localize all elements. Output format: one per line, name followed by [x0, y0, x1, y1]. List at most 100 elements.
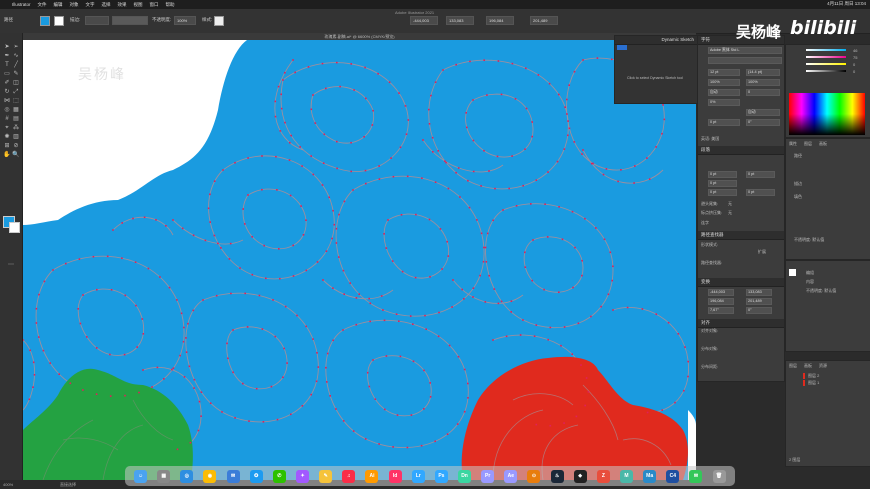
anchor-point[interactable]: [312, 338, 314, 340]
anchor-point[interactable]: [282, 79, 284, 81]
anchor-point[interactable]: [662, 104, 664, 106]
anchor-point[interactable]: [687, 360, 689, 363]
appearance-tab-layers[interactable]: 图层: [804, 141, 812, 147]
anchor-point[interactable]: [404, 105, 407, 107]
anchor-point[interactable]: [383, 319, 386, 322]
dock-lr-icon[interactable]: Lr: [411, 469, 425, 483]
selection-tool-icon[interactable]: ➤: [3, 43, 11, 51]
free-transform-tool-icon[interactable]: ⬚: [12, 97, 20, 105]
anchor-point[interactable]: [437, 335, 440, 338]
anchor-point[interactable]: [292, 244, 294, 247]
anchor-point[interactable]: [496, 155, 499, 158]
anchor-point[interactable]: [581, 153, 583, 155]
anchor-point[interactable]: [343, 293, 345, 295]
anchor-point[interactable]: [138, 391, 140, 394]
anchor-point[interactable]: [505, 335, 508, 338]
anchor-point[interactable]: [587, 391, 590, 393]
column-graph-tool-icon[interactable]: ▥: [12, 133, 20, 141]
anchor-point[interactable]: [677, 333, 680, 335]
anchor-point[interactable]: [611, 279, 613, 282]
anchor-point[interactable]: [531, 279, 533, 282]
anchor-point[interactable]: [459, 196, 461, 198]
right-indent-field[interactable]: 0 pt: [746, 171, 775, 178]
anchor-point[interactable]: [476, 219, 478, 221]
anchor-point[interactable]: [387, 219, 389, 221]
curvature-tool-icon[interactable]: ∿: [12, 52, 20, 60]
anchor-point[interactable]: [112, 229, 114, 231]
anchor-point[interactable]: [428, 218, 431, 221]
anchor-point[interactable]: [525, 67, 527, 70]
anchor-point[interactable]: [374, 398, 377, 400]
dock-maya-icon[interactable]: Ma: [643, 469, 657, 483]
anchor-point[interactable]: [500, 93, 503, 96]
status-zoom[interactable]: 400%: [3, 482, 13, 487]
anchor-point[interactable]: [49, 362, 51, 364]
anchor-point[interactable]: [315, 380, 318, 383]
anchor-point[interactable]: [590, 162, 593, 165]
anchor-point[interactable]: [280, 93, 282, 96]
anchor-point[interactable]: [493, 288, 496, 290]
anchor-point[interactable]: [189, 441, 192, 444]
anchor-point[interactable]: [535, 324, 538, 326]
anchor-point[interactable]: [434, 81, 437, 83]
anchor-point[interactable]: [312, 94, 314, 96]
anchor-point[interactable]: [457, 167, 460, 169]
anchor-point[interactable]: [568, 127, 571, 130]
stroke-swatch[interactable]: [54, 16, 64, 26]
anchor-point[interactable]: [568, 84, 570, 86]
anchor-point[interactable]: [176, 299, 178, 301]
anchor-point[interactable]: [338, 213, 340, 216]
anchor-point[interactable]: [571, 210, 574, 213]
rotate-tool-icon[interactable]: ↻: [3, 88, 11, 96]
anchor-point[interactable]: [365, 97, 367, 100]
anchor-point[interactable]: [447, 255, 450, 257]
anchor-point[interactable]: [222, 169, 224, 171]
anchor-point[interactable]: [564, 106, 566, 108]
anchor-point[interactable]: [429, 396, 432, 398]
anchor-point[interactable]: [648, 178, 651, 180]
anchor-point[interactable]: [398, 92, 400, 94]
anchor-point[interactable]: [272, 299, 274, 301]
anchor-point[interactable]: [265, 277, 267, 280]
kinsoku-value[interactable]: 无: [728, 201, 732, 207]
anchor-point[interactable]: [95, 393, 98, 395]
anchor-point[interactable]: [463, 298, 465, 300]
anchor-point[interactable]: [392, 446, 394, 448]
anchor-point[interactable]: [607, 293, 610, 296]
anchor-point[interactable]: [494, 187, 496, 190]
anchor-point[interactable]: [187, 322, 189, 325]
anchor-point[interactable]: [405, 133, 408, 135]
anchor-point[interactable]: [156, 366, 159, 369]
anchor-point[interactable]: [383, 233, 385, 235]
anchor-point[interactable]: [401, 270, 404, 273]
anchor-point[interactable]: [35, 322, 38, 324]
anchor-point[interactable]: [339, 85, 341, 88]
anchor-point[interactable]: [342, 420, 345, 422]
hand-tool-icon[interactable]: ✋: [3, 151, 11, 159]
dock-notes-icon[interactable]: ✎: [319, 469, 333, 483]
anchor-point[interactable]: [382, 309, 384, 311]
dock-finder-icon[interactable]: ☺: [134, 469, 148, 483]
anchor-point[interactable]: [457, 355, 460, 358]
anchor-point[interactable]: [463, 368, 466, 371]
dock-launchpad-icon[interactable]: ▦: [157, 469, 171, 483]
anchor-point[interactable]: [198, 400, 201, 403]
anchor-point[interactable]: [372, 109, 374, 112]
dock-messages-icon[interactable]: ✉: [689, 469, 703, 483]
anchor-point[interactable]: [165, 225, 167, 227]
anchor-point[interactable]: [438, 311, 440, 314]
anchor-point[interactable]: [200, 415, 202, 417]
anchor-point[interactable]: [325, 366, 327, 369]
anchor-point[interactable]: [217, 242, 219, 245]
anchor-point[interactable]: [226, 342, 228, 345]
anchor-point[interactable]: [429, 276, 431, 278]
layers-tab-artboards[interactable]: 画板: [804, 363, 812, 369]
anchor-point[interactable]: [684, 346, 686, 348]
anchor-point[interactable]: [646, 411, 649, 414]
anchor-point[interactable]: [332, 209, 334, 212]
menu-effect[interactable]: 效果: [118, 2, 127, 8]
anchor-point[interactable]: [480, 232, 483, 235]
anchor-point[interactable]: [483, 59, 485, 61]
anchor-point[interactable]: [412, 323, 414, 325]
anchor-point[interactable]: [420, 444, 423, 447]
